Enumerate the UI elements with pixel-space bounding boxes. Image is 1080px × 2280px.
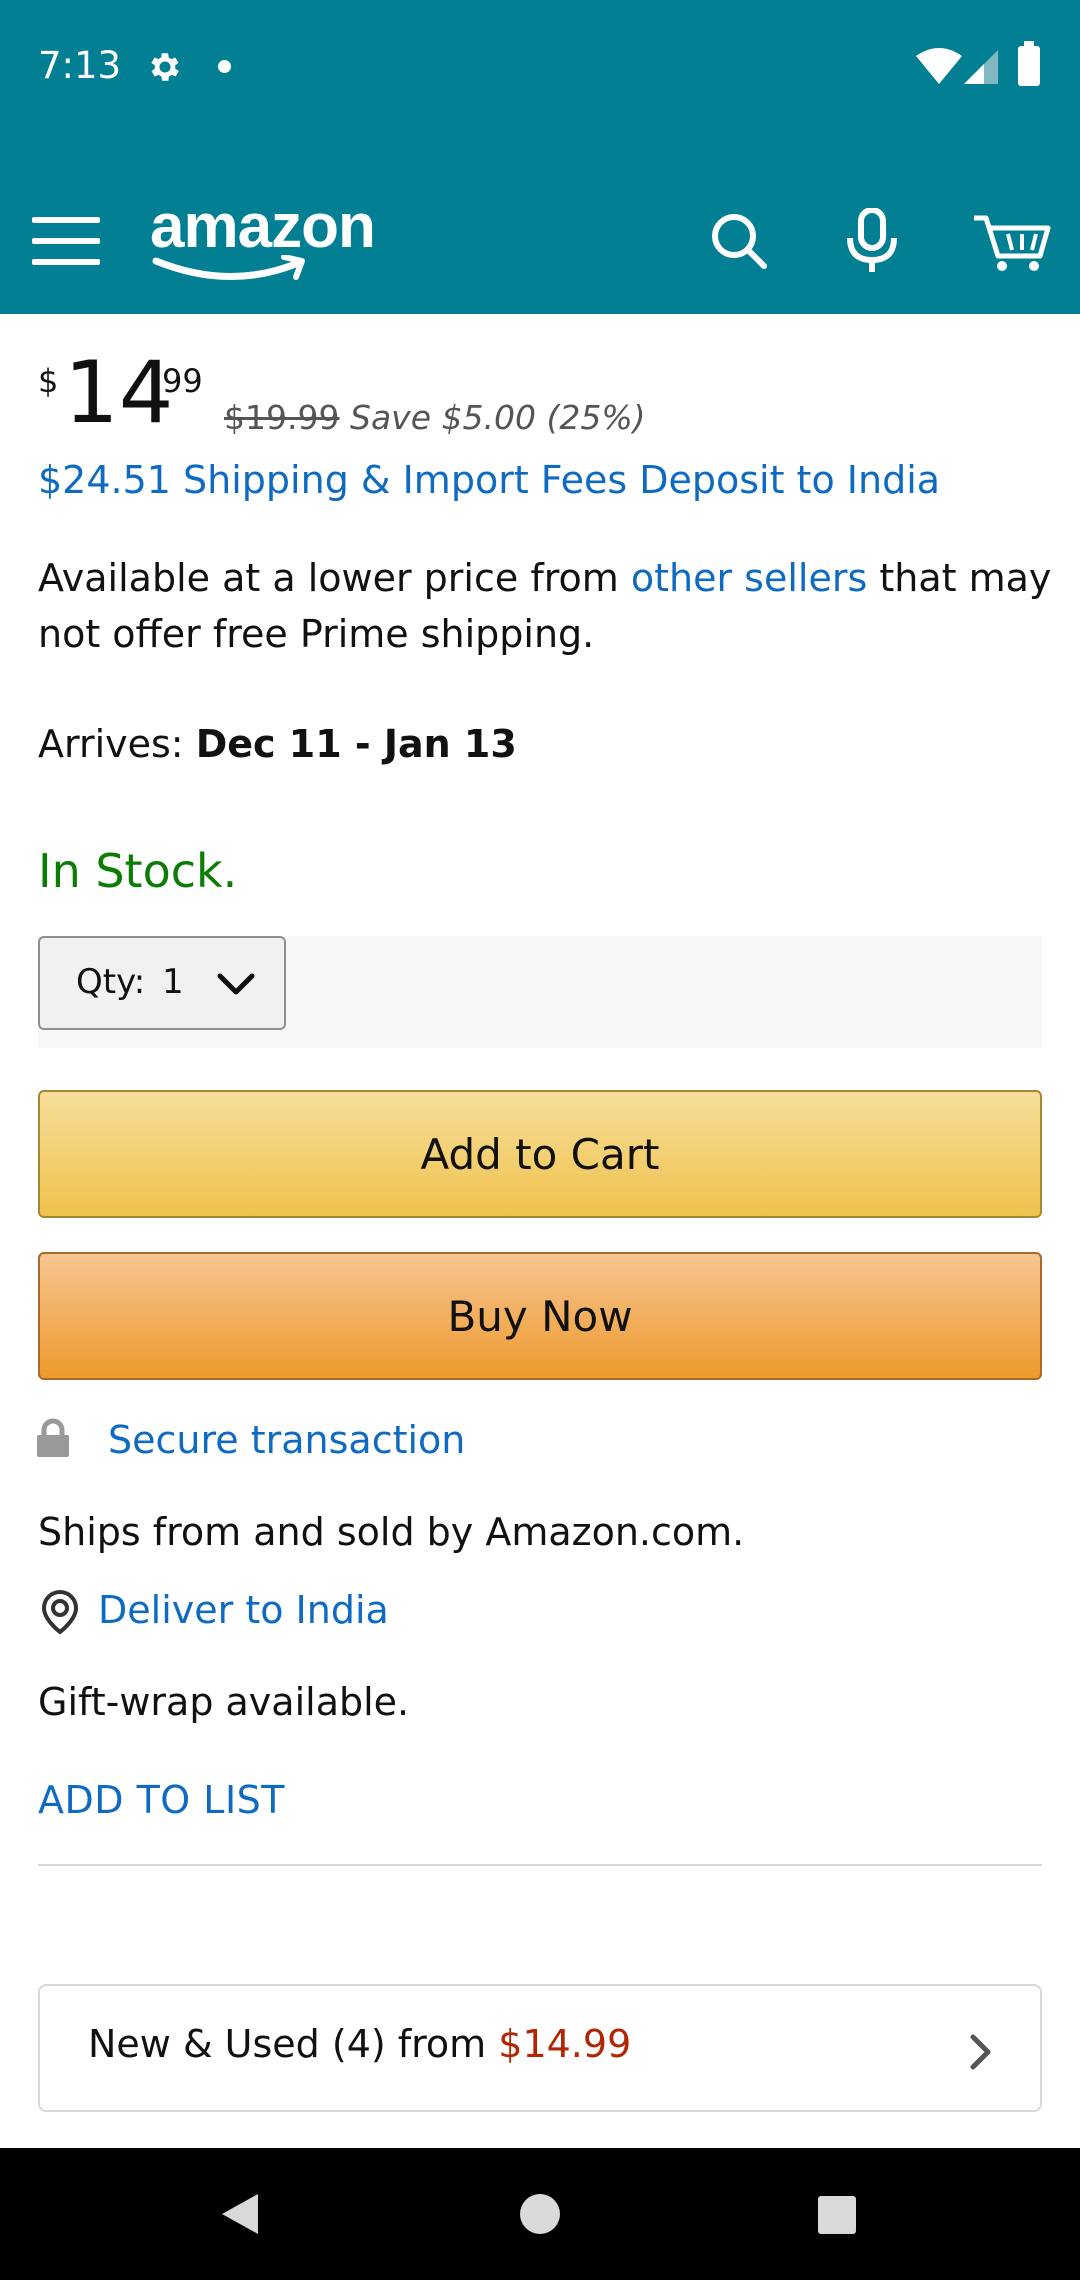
other-sellers-link[interactable]: other sellers xyxy=(631,556,867,600)
price-whole: 14 xyxy=(64,343,174,443)
quantity-label: Qty: xyxy=(76,962,146,1002)
quantity-value: 1 xyxy=(162,962,184,1002)
recent-apps-icon[interactable] xyxy=(818,2196,856,2234)
availability-text: Available at a lower price from other se… xyxy=(38,556,1051,600)
battery-icon xyxy=(1018,41,1040,86)
home-icon[interactable] xyxy=(520,2194,560,2234)
logo-text: amazon xyxy=(150,192,376,261)
list-price: $19.99 xyxy=(224,398,340,437)
lock-icon xyxy=(37,1418,69,1457)
gear-icon xyxy=(151,53,179,81)
add-to-list-link[interactable]: ADD TO LIST xyxy=(38,1778,285,1822)
availability-prefix: Available at a lower price from xyxy=(38,556,631,600)
search-icon[interactable] xyxy=(710,212,768,270)
offers-label: New & Used (4) from xyxy=(88,2022,499,2066)
back-icon[interactable] xyxy=(218,2190,262,2238)
ships-from-text: Ships from and sold by Amazon.com. xyxy=(38,1510,745,1554)
menu-icon[interactable] xyxy=(32,213,100,269)
buy-now-button[interactable]: Buy Now xyxy=(38,1252,1042,1380)
availability-suffix: that may xyxy=(867,556,1052,600)
add-to-cart-button[interactable]: Add to Cart xyxy=(38,1090,1042,1218)
status-time: 7:13 xyxy=(38,44,122,87)
notification-dot-icon xyxy=(218,60,231,73)
wifi-icon xyxy=(916,48,962,84)
new-used-offers-text: New & Used (4) from $14.99 xyxy=(88,2022,631,2066)
cart-icon[interactable] xyxy=(972,212,1052,272)
divider xyxy=(38,1864,1042,1866)
microphone-icon[interactable] xyxy=(844,208,900,274)
offers-price: $14.99 xyxy=(498,2022,632,2066)
cell-signal-icon xyxy=(964,50,998,84)
location-pin-icon xyxy=(41,1589,79,1635)
chevron-down-icon xyxy=(217,973,255,995)
arrival-label: Arrives: xyxy=(38,722,196,766)
stock-status: In Stock. xyxy=(38,844,238,898)
logo-smile-icon xyxy=(152,255,305,280)
deliver-to-link[interactable]: Deliver to India xyxy=(98,1588,389,1632)
secure-transaction-link[interactable]: Secure transaction xyxy=(108,1418,465,1462)
arrival-info: Arrives: Dec 11 - Jan 13 xyxy=(38,722,517,766)
shipping-fees-link[interactable]: $24.51 Shipping & Import Fees Deposit to… xyxy=(38,458,940,502)
price-fraction: 99 xyxy=(162,362,203,400)
chevron-right-icon xyxy=(970,2034,991,2070)
availability-text-line2: not offer free Prime shipping. xyxy=(38,612,595,656)
arrival-dates: Dec 11 - Jan 13 xyxy=(195,722,517,766)
savings-text: Save $5.00 (25%) xyxy=(350,398,646,437)
gift-wrap-text: Gift-wrap available. xyxy=(38,1680,410,1724)
price-currency: $ xyxy=(38,362,59,400)
